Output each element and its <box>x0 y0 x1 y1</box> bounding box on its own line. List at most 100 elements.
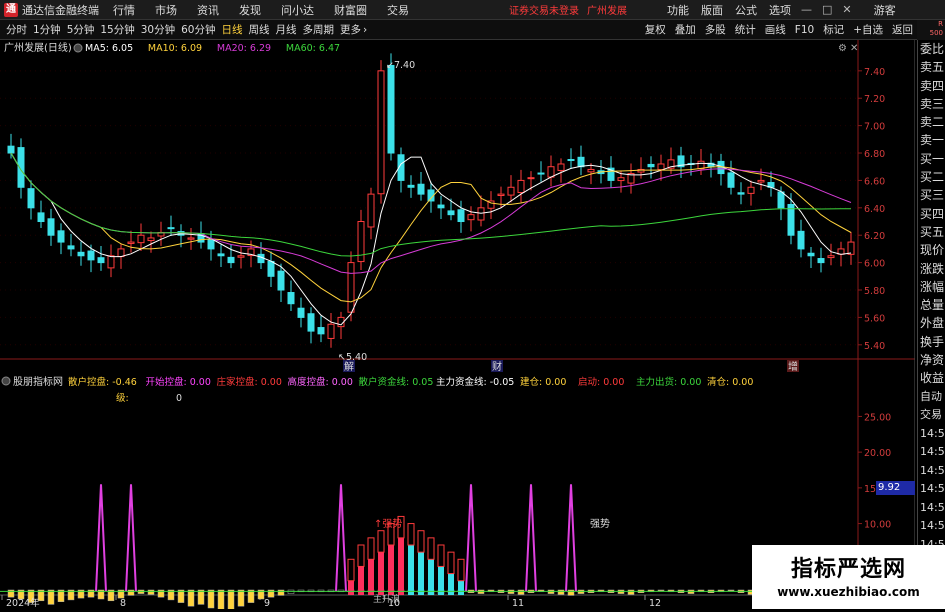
indicator-field: 散户资金线: 0.05 <box>359 376 434 388</box>
ma-line-ma10 <box>10 152 852 303</box>
ind-ytick-label: 10.00 <box>864 520 891 531</box>
rise-outline <box>417 530 425 553</box>
event-marker: 增 <box>788 360 798 373</box>
stock-name: 广州发展 <box>587 6 627 17</box>
menu-ask[interactable]: 问小达 <box>281 2 314 18</box>
period-more[interactable]: 更多 <box>340 22 361 37</box>
chevron-right-icon[interactable]: › <box>363 24 367 36</box>
rise-outline <box>407 523 415 546</box>
candle-body <box>387 64 395 154</box>
minimize-icon[interactable]: — <box>801 3 812 16</box>
tool-adjust[interactable]: 复权 <box>645 22 666 37</box>
indicator-bar <box>237 589 245 607</box>
candle-body <box>587 168 595 173</box>
maximize-icon[interactable]: □ <box>822 3 832 16</box>
menu-function[interactable]: 功能 <box>667 2 689 18</box>
quote-row-7[interactable]: 买二 <box>918 168 945 186</box>
rise-bar <box>408 545 414 595</box>
rise-bar <box>388 545 394 595</box>
menu-options[interactable]: 选项 <box>769 2 791 18</box>
quote-row-16[interactable]: 换手 <box>918 333 945 351</box>
menu-wealth[interactable]: 财富圈 <box>334 2 367 18</box>
trade-row-0[interactable]: 自动 <box>918 388 945 407</box>
quote-row-6[interactable]: 买一 <box>918 150 945 168</box>
quote-row-1[interactable]: 卖五 <box>918 58 945 76</box>
period-daily[interactable]: 日线 <box>222 22 243 37</box>
indicator-current-value: 9.92 <box>876 481 915 495</box>
trade-row-7[interactable]: 14:56 <box>918 517 945 536</box>
candle-body <box>117 248 125 258</box>
period-monthly[interactable]: 月线 <box>276 22 297 37</box>
rise-bar <box>428 559 434 595</box>
menu-news[interactable]: 资讯 <box>197 2 219 18</box>
quote-row-0[interactable]: 委比 <box>918 40 945 58</box>
quote-row-13[interactable]: 涨幅 <box>918 278 945 296</box>
menu-market-2[interactable]: 市场 <box>155 2 177 18</box>
period-intraday[interactable]: 分时 <box>6 22 27 37</box>
watermark: 指标严选网 www.xuezhibiao.com <box>752 545 945 609</box>
quote-row-17[interactable]: 净资 <box>918 351 945 369</box>
kline-svg[interactable]: 7.40 7.20 7.00 6.80 6.60 6.40 6.20 6.00 5.80 5.60… <box>0 40 916 612</box>
trade-row-1[interactable]: 交易 <box>918 406 945 425</box>
quote-row-9[interactable]: 买四 <box>918 205 945 223</box>
quote-row-4[interactable]: 卖二 <box>918 113 945 131</box>
tool-multi-stock[interactable]: 多股 <box>705 22 726 37</box>
quote-row-14[interactable]: 总量 <box>918 296 945 314</box>
ytick-label: 6.00 <box>864 259 885 270</box>
period-30min[interactable]: 30分钟 <box>141 22 175 37</box>
tool-add-watch[interactable]: +自选 <box>853 22 883 37</box>
candle-body <box>317 327 325 335</box>
ma-lines <box>10 152 852 326</box>
candle-body <box>647 163 655 168</box>
strong-annotation-2: 强势 <box>590 517 610 530</box>
xtick-label: 8 <box>120 598 126 609</box>
event-marker: 财 <box>492 360 502 373</box>
period-weekly[interactable]: 周线 <box>249 22 270 37</box>
xtick-label: 10 <box>388 598 400 609</box>
period-60min[interactable]: 60分钟 <box>181 22 215 37</box>
menu-layout[interactable]: 版面 <box>701 2 723 18</box>
quote-row-15[interactable]: 外盘 <box>918 314 945 332</box>
quote-row-8[interactable]: 买三 <box>918 186 945 204</box>
menu-market[interactable]: 行情 <box>113 2 135 18</box>
indicator-bar <box>197 589 205 605</box>
quote-row-18[interactable]: 收益 <box>918 369 945 387</box>
rise-bar <box>458 580 464 595</box>
indicator-bar <box>517 589 525 595</box>
tool-f10[interactable]: F10 <box>795 24 814 36</box>
trade-row-6[interactable]: 14:56 <box>918 499 945 518</box>
trade-row-5[interactable]: 14:56 <box>918 480 945 499</box>
candle-body <box>757 179 765 183</box>
quote-row-5[interactable]: 卖一 <box>918 131 945 149</box>
xtick-label: 9 <box>264 598 270 609</box>
period-15min[interactable]: 15分钟 <box>100 22 134 37</box>
user-guest[interactable]: 游客 <box>874 2 896 18</box>
quote-row-10[interactable]: 买五 <box>918 223 945 241</box>
period-multi[interactable]: 多周期 <box>303 22 335 37</box>
trade-row-4[interactable]: 14:56 <box>918 462 945 481</box>
menu-formula[interactable]: 公式 <box>735 2 757 18</box>
tool-mark[interactable]: 标记 <box>823 22 844 37</box>
candle-body <box>187 237 195 240</box>
quote-row-2[interactable]: 卖四 <box>918 77 945 95</box>
period-5min[interactable]: 5分钟 <box>67 22 95 37</box>
candle-body <box>277 270 285 291</box>
trade-login-warning[interactable]: 证券交易未登录 <box>509 2 579 17</box>
trade-row-3[interactable]: 14:56 <box>918 443 945 462</box>
candle-body <box>7 145 15 154</box>
tool-stats[interactable]: 统计 <box>735 22 756 37</box>
quote-row-12[interactable]: 涨跌 <box>918 260 945 278</box>
candle-body <box>447 210 455 216</box>
tool-back[interactable]: 返回 <box>892 22 913 37</box>
quote-row-3[interactable]: 卖三 <box>918 95 945 113</box>
quote-row-11[interactable]: 现价 <box>918 241 945 259</box>
close-icon[interactable]: ✕ <box>842 3 851 16</box>
menu-trade[interactable]: 交易 <box>387 2 409 18</box>
candle-body <box>747 186 755 194</box>
trade-row-2[interactable]: 14:56 <box>918 425 945 444</box>
chart-area[interactable]: 7.40 7.20 7.00 6.80 6.60 6.40 6.20 6.00 5.80 5.60… <box>0 40 916 612</box>
tool-overlay[interactable]: 叠加 <box>675 22 696 37</box>
menu-discover[interactable]: 发现 <box>239 2 261 18</box>
period-1min[interactable]: 1分钟 <box>33 22 61 37</box>
tool-draw[interactable]: 画线 <box>765 22 786 37</box>
